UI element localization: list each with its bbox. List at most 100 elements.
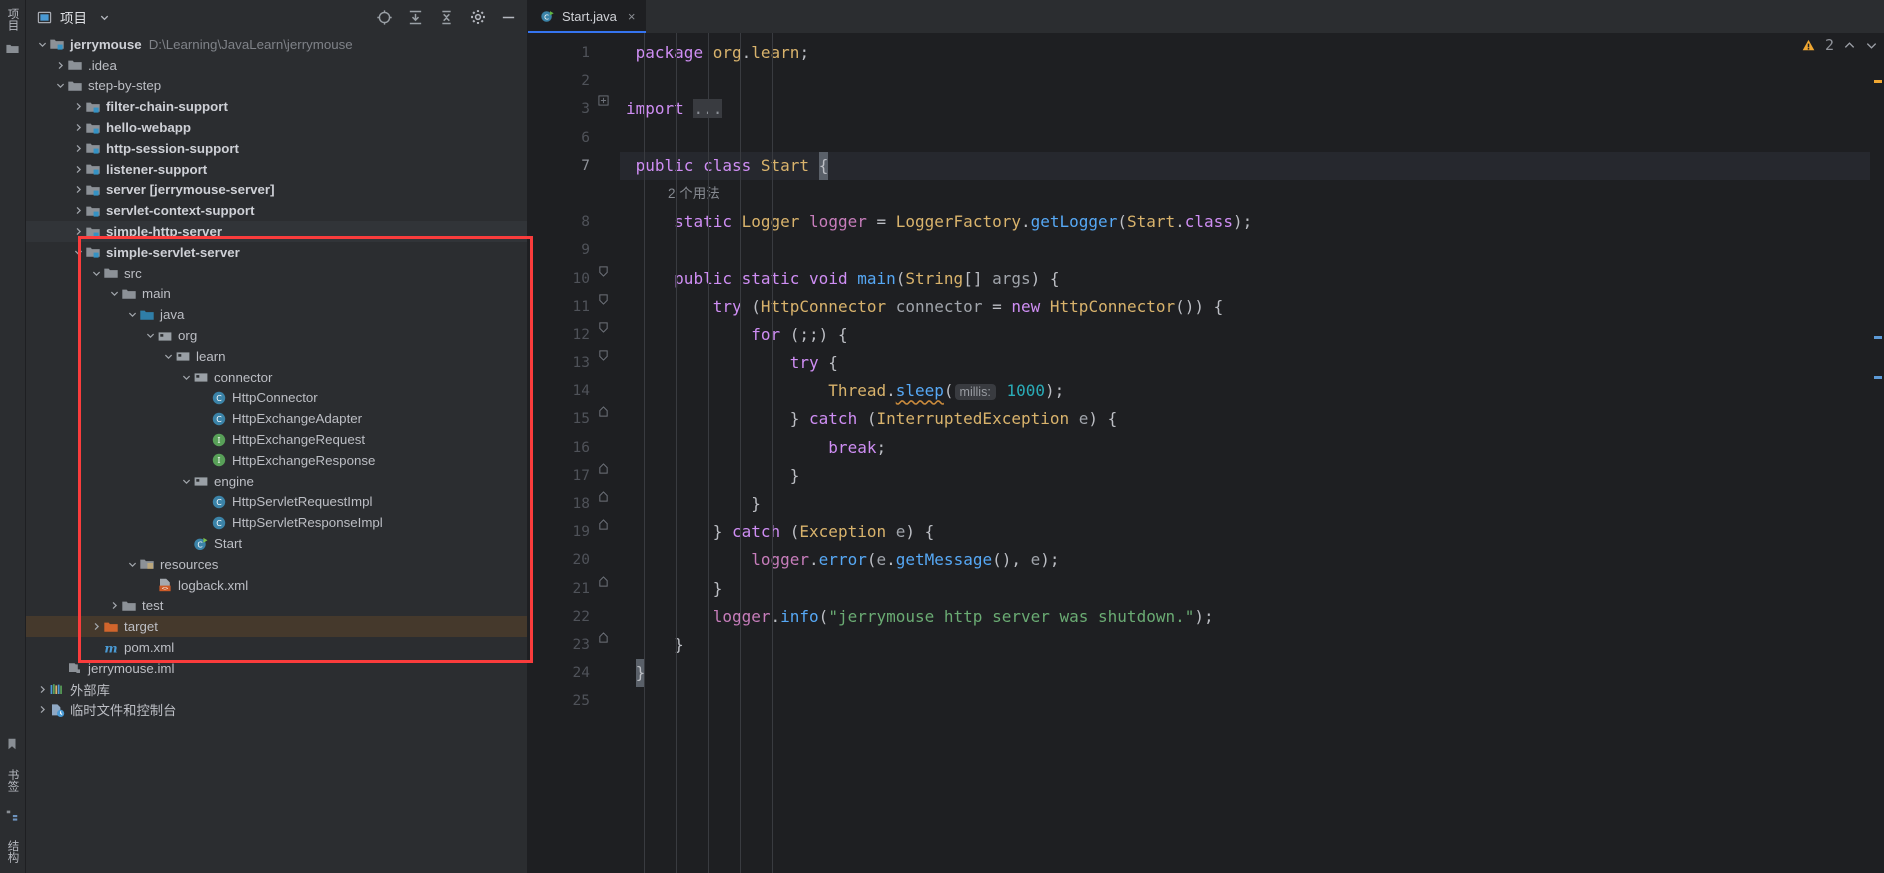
tree-node-httpexchangeadapter[interactable]: C HttpExchangeAdapter <box>26 408 527 429</box>
scrollbar-marker-rail[interactable] <box>1870 66 1884 873</box>
tree-node-target[interactable]: target <box>26 616 527 638</box>
line-number[interactable]: 18 <box>528 490 598 518</box>
tree-node-httpservletrequestimpl[interactable]: C HttpServletRequestImpl <box>26 492 527 513</box>
tree-node-jerrymouse-iml[interactable]: jerrymouse.iml <box>26 658 527 679</box>
tree-node-[interactable]: 临时文件和控制台 <box>26 700 527 721</box>
tree-expand-arrow[interactable] <box>90 620 103 633</box>
code-line-8[interactable]: static Logger logger = LoggerFactory.get… <box>620 208 1884 236</box>
tree-node-src[interactable]: src <box>26 263 527 284</box>
code-line-22[interactable]: logger.info("jerrymouse http server was … <box>620 603 1884 631</box>
code-text[interactable]: package org.learn; import ... public clas… <box>620 33 1884 873</box>
previous-problem-icon[interactable] <box>1843 39 1856 52</box>
tree-node-start[interactable]: C Start <box>26 533 527 554</box>
tool-window-button-structure[interactable]: 结构 <box>5 836 21 867</box>
fold-marker-cell[interactable] <box>598 293 620 321</box>
tree-node-pom-xml[interactable]: m pom.xml <box>26 637 527 658</box>
tree-node-httpservletresponseimpl[interactable]: C HttpServletResponseImpl <box>26 512 527 533</box>
code-line-20[interactable]: logger.error(e.getMessage(), e); <box>620 546 1884 574</box>
close-icon[interactable]: × <box>628 9 636 24</box>
fold-marker-cell[interactable] <box>598 518 620 546</box>
tree-expand-arrow[interactable] <box>126 308 139 321</box>
tree-node-idea[interactable]: .idea <box>26 55 527 76</box>
fold-marker-cell[interactable] <box>598 687 620 715</box>
fold-marker-cell[interactable] <box>598 95 620 123</box>
folder-icon[interactable] <box>5 41 21 57</box>
tree-expand-arrow[interactable] <box>36 703 49 716</box>
code-line-16[interactable]: break; <box>620 434 1884 462</box>
fold-collapse-icon[interactable] <box>598 265 620 278</box>
tree-node-resources[interactable]: resources <box>26 554 527 575</box>
tree-expand-arrow[interactable] <box>72 121 85 134</box>
code-line-10[interactable]: public static void main(String[] args) { <box>620 265 1884 293</box>
tool-window-button-project[interactable]: 项目 <box>5 4 21 35</box>
fold-marker-cell[interactable] <box>598 575 620 603</box>
line-number[interactable]: 3 <box>528 95 598 123</box>
line-number[interactable]: 25 <box>528 687 598 715</box>
fold-collapse-icon[interactable] <box>598 349 620 362</box>
code-line-12[interactable]: for (;;) { <box>620 321 1884 349</box>
hide-panel-icon[interactable] <box>500 9 517 26</box>
tree-node-jerrymouse[interactable]: jerrymouse D:\Learning\JavaLearn\jerrymou… <box>26 34 527 55</box>
bookmarks-icon[interactable] <box>5 737 21 753</box>
tree-expand-arrow[interactable] <box>126 558 139 571</box>
gutter-inlay-row[interactable] <box>528 180 598 208</box>
line-number[interactable]: 11 <box>528 293 598 321</box>
tree-node-filter-chain-support[interactable]: filter-chain-support <box>26 96 527 117</box>
tree-expand-arrow[interactable] <box>36 38 49 51</box>
tree-node-server-jerrymouse-server[interactable]: server [jerrymouse-server] <box>26 180 527 201</box>
fold-marker-cell[interactable] <box>598 39 620 67</box>
fold-marker-cell[interactable] <box>598 349 620 377</box>
code-line-19[interactable]: } catch (Exception e) { <box>620 518 1884 546</box>
fold-marker-cell[interactable] <box>598 546 620 574</box>
tree-expand-arrow[interactable] <box>72 246 85 259</box>
line-number[interactable]: 7 <box>528 152 612 180</box>
code-folding-gutter[interactable] <box>598 33 620 873</box>
code-line-11[interactable]: try (HttpConnector connector = new HttpC… <box>620 293 1884 321</box>
tree-expand-arrow[interactable] <box>72 225 85 238</box>
chevron-down-icon[interactable] <box>99 12 110 23</box>
fold-expand-icon[interactable] <box>598 95 620 106</box>
fold-marker-cell[interactable] <box>598 462 620 490</box>
fold-marker-cell[interactable] <box>598 321 620 349</box>
fold-marker-cell[interactable] <box>598 208 620 236</box>
line-number[interactable]: 8 <box>528 208 598 236</box>
tree-node-[interactable]: 外部库 <box>26 679 527 700</box>
line-number[interactable]: 14 <box>528 377 598 405</box>
fold-marker-cell[interactable] <box>598 659 620 687</box>
settings-gear-icon[interactable] <box>469 9 486 26</box>
select-opened-file-icon[interactable] <box>376 9 393 26</box>
tree-node-simple-servlet-server[interactable]: simple-servlet-server <box>26 242 527 263</box>
fold-marker-cell[interactable] <box>598 236 620 264</box>
fold-marker-cell[interactable] <box>598 377 620 405</box>
fold-end-icon[interactable] <box>598 405 620 418</box>
line-number-gutter[interactable]: 1 2 3 6 7 8 9 10 11 12 13 14 15 16 17 18 19 20 21 22 23 24 25 <box>528 33 612 873</box>
fold-marker-cell[interactable] <box>598 490 620 518</box>
code-line-3[interactable]: import ... <box>620 95 1884 123</box>
inlay-hint-usages[interactable]: 2 个用法 <box>620 180 1884 208</box>
tool-window-button-bookmarks[interactable]: 书签 <box>5 765 21 796</box>
code-line-23[interactable]: } <box>620 631 1884 659</box>
tree-node-java[interactable]: java <box>26 304 527 325</box>
tree-expand-arrow[interactable] <box>72 204 85 217</box>
tree-expand-arrow[interactable] <box>36 683 49 696</box>
fold-end-icon[interactable] <box>598 462 620 475</box>
next-problem-icon[interactable] <box>1865 39 1878 52</box>
code-line-18[interactable]: } <box>620 490 1884 518</box>
line-number[interactable]: 9 <box>528 236 598 264</box>
tree-node-http-session-support[interactable]: http-session-support <box>26 138 527 159</box>
tree-expand-arrow[interactable] <box>54 59 67 72</box>
line-number[interactable]: 23 <box>528 631 598 659</box>
tree-node-step-by-step[interactable]: step-by-step <box>26 76 527 97</box>
tree-expand-arrow[interactable] <box>54 79 67 92</box>
structure-icon[interactable] <box>5 808 21 824</box>
fold-end-icon[interactable] <box>598 490 620 503</box>
tree-expand-arrow[interactable] <box>72 163 85 176</box>
fold-marker-cell[interactable] <box>598 67 620 95</box>
tree-node-engine[interactable]: engine <box>26 471 527 492</box>
code-line-6[interactable] <box>620 124 1884 152</box>
tree-node-listener-support[interactable]: listener-support <box>26 159 527 180</box>
marker-caret-2[interactable] <box>1874 376 1882 379</box>
code-line-1[interactable]: package org.learn; <box>620 39 1884 67</box>
tree-node-main[interactable]: main <box>26 284 527 305</box>
line-number[interactable]: 20 <box>528 546 598 574</box>
